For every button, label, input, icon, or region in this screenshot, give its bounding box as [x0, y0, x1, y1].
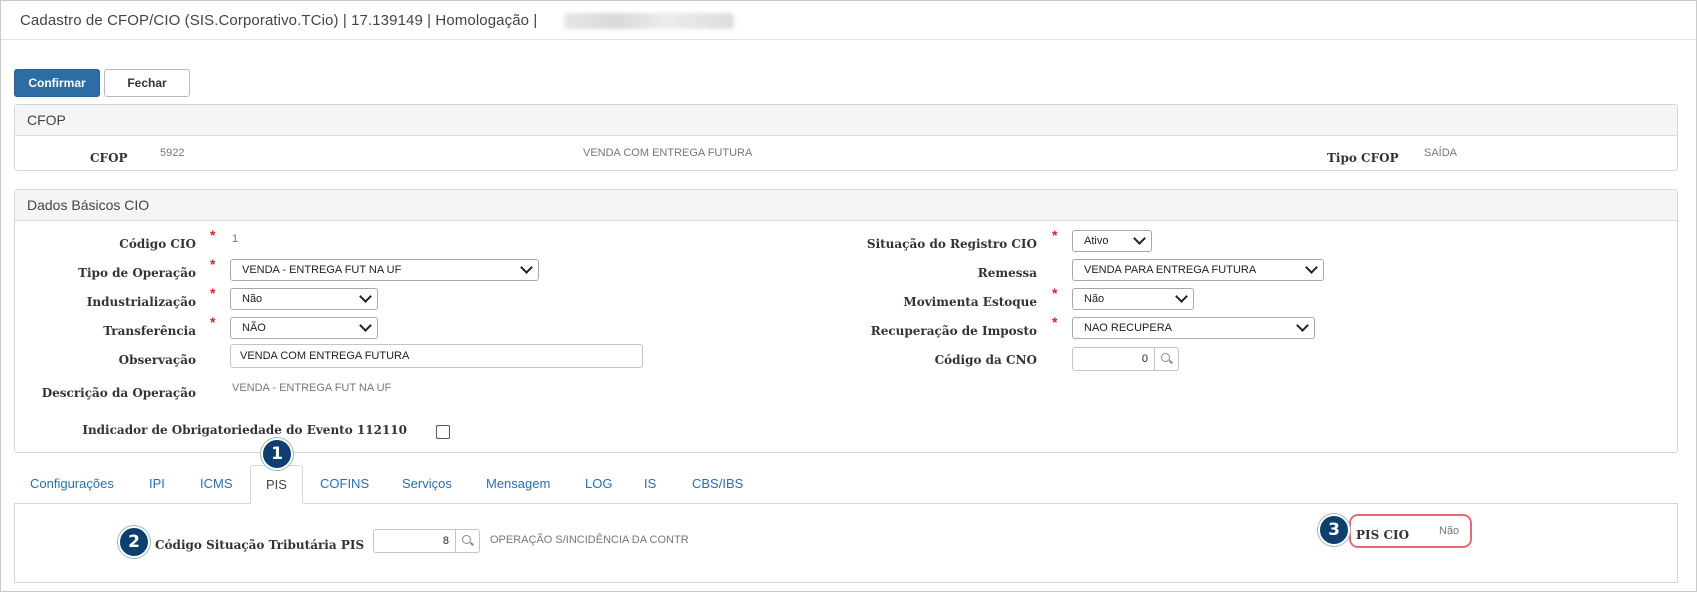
step-marker-2: 2	[118, 526, 150, 558]
codigo-cio-value: 1	[232, 233, 239, 245]
transferencia-select[interactable]: NÃO	[230, 317, 378, 339]
step-marker-1: 1	[261, 438, 293, 470]
pis-cst-value: 8	[442, 535, 449, 547]
window-title: Cadastro de CFOP/CIO (SIS.Corporativo.TC…	[20, 12, 538, 29]
basic-data-panel-heading: Dados Básicos CIO	[15, 190, 1677, 221]
remessa-label: Remessa	[977, 266, 1037, 280]
chevron-down-icon	[359, 290, 372, 303]
remessa-select[interactable]: VENDA PARA ENTREGA FUTURA	[1072, 259, 1324, 281]
remessa-selected: VENDA PARA ENTREGA FUTURA	[1084, 264, 1257, 276]
required-marker: *	[210, 227, 216, 243]
tab-log[interactable]: LOG	[570, 465, 627, 503]
codigo-cno-label: Código da CNO	[934, 353, 1037, 367]
transferencia-selected: NÃO	[242, 322, 266, 334]
cfop-panel-heading: CFOP	[15, 105, 1677, 136]
industrializacao-label: Industrialização	[86, 295, 196, 309]
movimenta-estoque-select[interactable]: Não	[1072, 288, 1194, 310]
tipo-cfop-label: Tipo CFOP	[1327, 151, 1399, 165]
tab-ipi[interactable]: IPI	[134, 465, 180, 503]
codigo-cno-lookup[interactable]: 0	[1072, 347, 1179, 371]
chevron-down-icon	[359, 319, 372, 332]
required-marker: *	[1052, 227, 1058, 243]
transferencia-label: Transferência	[103, 324, 196, 338]
window-titlebar: Cadastro de CFOP/CIO (SIS.Corporativo.TC…	[1, 1, 1696, 40]
industrializacao-select[interactable]: Não	[230, 288, 378, 310]
required-marker: *	[210, 256, 216, 272]
tab-configuracoes[interactable]: Configurações	[15, 465, 129, 503]
confirm-button[interactable]: Confirmar	[14, 69, 100, 97]
movimenta-estoque-label: Movimenta Estoque	[903, 295, 1037, 309]
tipo-operacao-select[interactable]: VENDA - ENTREGA FUT NA UF	[230, 259, 539, 281]
required-marker: *	[1052, 285, 1058, 301]
recuperacao-imposto-select[interactable]: NAO RECUPERA	[1072, 317, 1315, 339]
recuperacao-imposto-label: Recuperação de Imposto	[870, 324, 1037, 338]
tab-servicos[interactable]: Serviços	[387, 465, 467, 503]
pis-cst-search-button[interactable]	[455, 530, 479, 552]
pis-cst-label: Código Situação Tributária PIS	[155, 538, 365, 552]
situacao-registro-selected: Ativo	[1084, 235, 1109, 247]
codigo-cno-value: 0	[1141, 353, 1148, 365]
situacao-registro-label: Situação do Registro CIO	[866, 237, 1037, 251]
codigo-cno-search-button[interactable]	[1154, 348, 1178, 370]
cfop-label: CFOP	[90, 151, 128, 165]
observacao-label: Observação	[118, 353, 196, 367]
tab-icms[interactable]: ICMS	[185, 465, 248, 503]
chevron-down-icon	[1133, 232, 1146, 245]
tab-bar: Configurações IPI ICMS PIS COFINS Serviç…	[14, 465, 1678, 504]
descricao-operacao-value: VENDA - ENTREGA FUT NA UF	[232, 382, 392, 394]
pis-cst-lookup[interactable]: 8	[373, 529, 480, 553]
indicador-obrigatoriedade-checkbox[interactable]	[436, 425, 450, 439]
tipo-operacao-selected: VENDA - ENTREGA FUT NA UF	[242, 264, 402, 276]
tipo-cfop-value: SAÍDA	[1424, 147, 1458, 159]
descricao-operacao-label: Descrição da Operação	[41, 386, 196, 400]
movimenta-estoque-selected: Não	[1084, 293, 1105, 305]
situacao-registro-select[interactable]: Ativo	[1072, 230, 1152, 252]
tipo-operacao-label: Tipo de Operação	[78, 266, 196, 280]
pis-cst-description: OPERAÇÃO S/INCIDÊNCIA DA CONTR	[490, 534, 689, 546]
required-marker: *	[210, 285, 216, 301]
cfop-code: 5922	[160, 147, 185, 159]
close-button[interactable]: Fechar	[104, 69, 190, 97]
required-marker: *	[210, 314, 216, 330]
search-icon	[462, 535, 471, 544]
search-icon	[1161, 353, 1170, 362]
chevron-down-icon	[520, 261, 533, 274]
required-marker: *	[1052, 314, 1058, 330]
chevron-down-icon	[1175, 290, 1188, 303]
tab-pis[interactable]: PIS	[250, 465, 303, 504]
industrializacao-selected: Não	[242, 293, 263, 305]
cfop-description: VENDA COM ENTREGA FUTURA	[583, 147, 753, 159]
recuperacao-imposto-selected: NAO RECUPERA	[1084, 322, 1173, 334]
tab-mensagem[interactable]: Mensagem	[471, 465, 565, 503]
pis-cio-highlight	[1349, 514, 1472, 548]
codigo-cio-label: Código CIO	[119, 237, 196, 251]
step-marker-3: 3	[1318, 514, 1350, 546]
redacted-environment-name	[564, 13, 734, 29]
observacao-input[interactable]: VENDA COM ENTREGA FUTURA	[230, 344, 643, 368]
indicador-obrigatoriedade-label: Indicador de Obrigatoriedade do Evento 1…	[82, 423, 407, 437]
cfop-panel: CFOP	[14, 104, 1678, 171]
tab-cbs-ibs[interactable]: CBS/IBS	[677, 465, 758, 503]
chevron-down-icon	[1296, 319, 1309, 332]
chevron-down-icon	[1305, 261, 1318, 274]
tab-is[interactable]: IS	[629, 465, 671, 503]
tab-cofins[interactable]: COFINS	[305, 465, 384, 503]
